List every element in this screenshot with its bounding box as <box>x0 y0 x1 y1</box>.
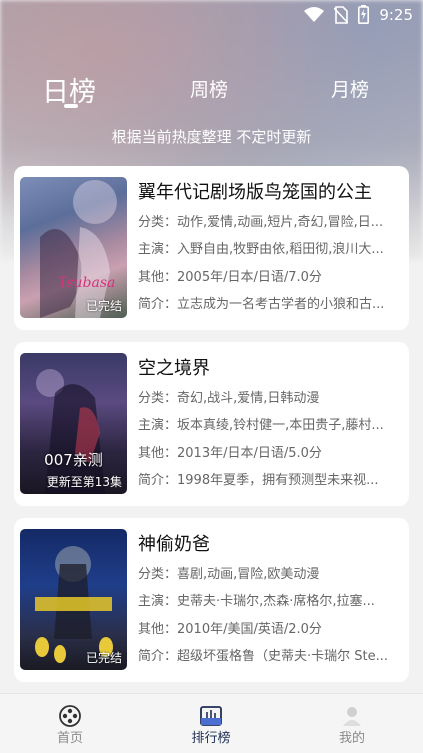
poster-image: 007亲测 更新至第13集 <box>20 353 127 494</box>
status-badge: 已完结 <box>85 299 122 313</box>
item-title: 空之境界 <box>138 358 210 379</box>
list-item[interactable]: Tsubasa 已完结 翼年代记剧场版鸟笼国的公主 分类：动作,爱情,动画,短片… <box>14 166 409 330</box>
tab-weekly[interactable]: 周榜 <box>190 75 228 102</box>
nav-label: 首页 <box>56 731 83 746</box>
status-bar: 9:25 <box>0 0 423 30</box>
nav-home[interactable]: 首页 <box>30 694 110 753</box>
bottom-navigation: 首页 排行榜 我的 <box>0 693 423 753</box>
status-time: 9:25 <box>379 5 413 24</box>
item-cast: 主演：史蒂夫·卡瑞尔,杰森·席格尔,拉塞... <box>138 594 375 609</box>
list-item[interactable]: 已完结 神偷奶爸 分类：喜剧,动画,冒险,欧美动漫 主演：史蒂夫·卡瑞尔,杰森·… <box>14 518 409 682</box>
poster-overlay-text: 007亲测 <box>44 451 103 469</box>
status-icons: 9:25 <box>304 5 413 24</box>
list-item[interactable]: 007亲测 更新至第13集 空之境界 分类：奇幻,战斗,爱情,日韩动漫 主演：坂… <box>14 342 409 506</box>
item-category: 分类：喜剧,动画,冒险,欧美动漫 <box>138 567 320 582</box>
item-other: 其他：2005年/日本/日语/7.0分 <box>138 270 322 285</box>
battery-charging-icon <box>358 5 370 24</box>
wifi-icon <box>304 6 325 22</box>
svg-text:Tsubasa: Tsubasa <box>58 275 115 291</box>
status-badge: 已完结 <box>85 651 122 665</box>
poster-image: Tsubasa 已完结 <box>20 177 127 318</box>
tab-monthly[interactable]: 月榜 <box>331 75 369 102</box>
item-cast: 主演：坂本真绫,铃村健一,本田贵子,藤村... <box>138 418 384 433</box>
profile-icon <box>343 707 361 726</box>
ranking-tabs: 日榜 周榜 月榜 <box>0 70 423 120</box>
ranking-subtitle: 根据当前热度整理 不定时更新 <box>111 128 312 146</box>
item-category: 分类：动作,爱情,动画,短片,奇幻,冒险,日... <box>138 215 384 230</box>
nav-ranking[interactable]: 排行榜 <box>171 694 251 753</box>
nav-label: 排行榜 <box>191 731 231 746</box>
active-tab-indicator <box>64 104 78 108</box>
item-other: 其他：2013年/日本/日语/5.0分 <box>138 446 322 461</box>
item-category: 分类：奇幻,战斗,爱情,日韩动漫 <box>138 391 320 406</box>
status-badge: 更新至第13集 <box>46 475 122 489</box>
item-intro: 简介：1998年夏季，拥有预测型未来视... <box>138 473 379 488</box>
item-other: 其他：2010年/美国/英语/2.0分 <box>138 622 322 637</box>
poster-image: 已完结 <box>20 529 127 670</box>
item-title: 翼年代记剧场版鸟笼国的公主 <box>138 182 372 203</box>
item-title: 神偷奶爸 <box>138 534 210 555</box>
no-sim-icon <box>334 5 349 24</box>
nav-profile[interactable]: 我的 <box>312 694 392 753</box>
nav-label: 我的 <box>338 731 365 746</box>
item-intro: 简介：立志成为一名考古学者的小狼和古... <box>138 297 385 312</box>
item-intro: 简介：超级坏蛋格鲁（史蒂夫·卡瑞尔 Ste... <box>138 649 389 664</box>
film-reel-icon <box>59 705 81 727</box>
ranking-chart-icon <box>200 706 222 726</box>
item-cast: 主演：入野自由,牧野由依,稻田彻,浪川大... <box>138 242 384 257</box>
